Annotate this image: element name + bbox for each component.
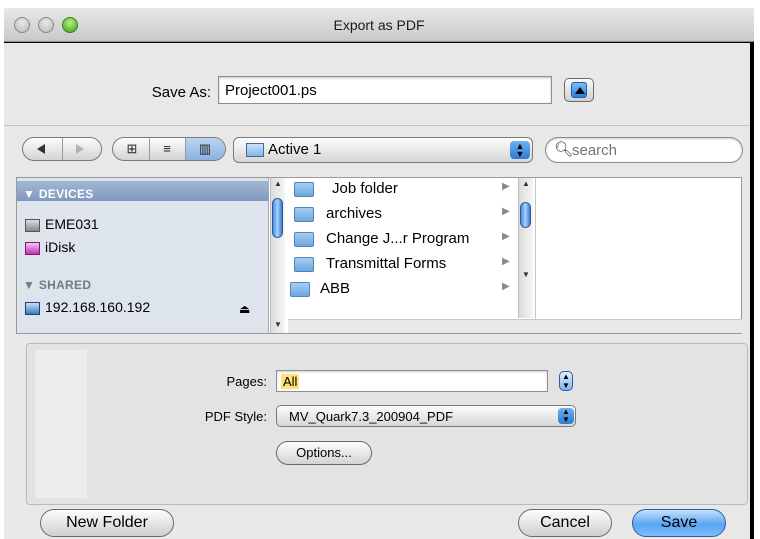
folder-icon	[294, 232, 314, 247]
search-icon: 🔍︎	[554, 141, 574, 158]
divider	[4, 125, 750, 126]
file-name: Change J...r Program	[326, 230, 470, 247]
sidebar-item-eme031[interactable]: EME031	[45, 216, 99, 232]
save-button[interactable]: Save	[632, 509, 726, 537]
chevron-right-icon: ▶	[502, 231, 510, 242]
folder-icon	[290, 282, 310, 297]
title-bar: Export as PDF	[4, 8, 754, 42]
pages-label: Pages:	[226, 374, 267, 389]
devices-header[interactable]: ▼ DEVICES	[23, 187, 94, 201]
pages-field[interactable]: All	[276, 370, 548, 392]
popup-arrows-icon: ▲ ▼	[558, 408, 574, 424]
eject-icon[interactable]: ⏏	[239, 302, 250, 316]
volume-icon	[246, 143, 264, 157]
search-input[interactable]	[572, 140, 732, 160]
scroll-down-icon[interactable]: ▼	[274, 320, 282, 329]
location-popup[interactable]: Active 1 ▲ ▼	[233, 137, 533, 163]
file-name: archives	[326, 205, 382, 222]
shared-header[interactable]: ▼ SHARED	[23, 278, 91, 292]
options-button[interactable]: Options...	[276, 441, 372, 465]
scroll-thumb[interactable]	[272, 198, 283, 238]
pages-value: All	[281, 374, 300, 389]
location-label: Active 1	[268, 141, 322, 158]
expand-dialog-button[interactable]	[564, 78, 594, 102]
scroll-thumb[interactable]	[520, 202, 531, 228]
scroll-down-icon[interactable]: ▼	[522, 270, 530, 279]
list-item[interactable]: ABB ▶	[288, 278, 520, 302]
folder-icon	[294, 182, 314, 197]
view-mode-control: ⊞ ≡ ▥	[112, 137, 226, 161]
pdf-style-value: MV_Quark7.3_200904_PDF	[289, 409, 454, 424]
window-title: Export as PDF	[333, 17, 425, 33]
sidebar-item-idisk[interactable]: iDisk	[45, 239, 75, 255]
file-name: Transmittal Forms	[326, 255, 447, 272]
folder-icon	[294, 257, 314, 272]
preview-area	[35, 350, 87, 498]
save-as-label: Save As:	[151, 84, 211, 101]
scroll-up-icon[interactable]: ▲	[274, 179, 282, 188]
hard-drive-icon	[25, 219, 40, 232]
divider	[185, 138, 186, 160]
list-item[interactable]: Transmittal Forms ▶	[288, 253, 520, 277]
save-as-field[interactable]: Project001.ps	[218, 76, 552, 104]
expand-icon	[571, 82, 587, 98]
forward-button[interactable]	[76, 144, 84, 154]
scroll-up-icon[interactable]: ▲	[522, 179, 530, 188]
list-item[interactable]: Job folder ▶	[288, 178, 520, 202]
sidebar-item-network[interactable]: 192.168.160.192	[45, 299, 150, 315]
devices-header-label: DEVICES	[38, 187, 94, 201]
sidebar-scrollbar[interactable]: ▲ ▼	[270, 178, 285, 333]
divider	[62, 138, 63, 160]
column-scrollbar[interactable]: ▲ ▼	[518, 178, 533, 318]
back-forward-control	[22, 137, 102, 161]
columns-icon[interactable]: ▥	[194, 138, 216, 160]
list-item[interactable]: Change J...r Program ▶	[288, 228, 520, 252]
triangle-up-icon	[575, 87, 585, 94]
file-column: Job folder ▶ archives ▶ Change J...r Pro…	[288, 178, 536, 333]
file-name: Job folder	[332, 180, 398, 197]
shared-header-label: SHARED	[38, 278, 92, 292]
new-folder-button[interactable]: New Folder	[40, 509, 174, 537]
file-browser: ▼ DEVICES EME031 iDisk ▼ SHARED 192.168.…	[16, 177, 742, 334]
pdf-style-popup[interactable]: MV_Quark7.3_200904_PDF ▲ ▼	[276, 405, 576, 427]
dialog-content: Save As: Project001.ps ⊞ ≡ ▥ Active 1 ▲ ▼	[4, 43, 750, 539]
list-icon[interactable]: ≡	[156, 138, 178, 160]
popup-arrows-icon: ▲ ▼	[510, 141, 530, 159]
network-computer-icon	[25, 302, 40, 315]
idisk-icon	[25, 242, 40, 255]
grid-icon[interactable]: ⊞	[121, 138, 143, 160]
horizontal-scrollbar[interactable]	[288, 319, 742, 333]
export-pdf-window: Export as PDF Save As: Project001.ps ⊞ ≡…	[4, 8, 754, 539]
folder-icon	[294, 207, 314, 222]
cancel-button[interactable]: Cancel	[518, 509, 612, 537]
chevron-right-icon: ▶	[502, 281, 510, 292]
chevron-right-icon: ▶	[502, 181, 510, 192]
file-name: ABB	[320, 280, 351, 297]
divider	[149, 138, 150, 160]
pages-stepper[interactable]: ▲ ▼	[559, 371, 573, 391]
chevron-right-icon: ▶	[502, 256, 510, 267]
pdf-options-panel: Pages: All ▲ ▼ PDF Style: MV_Quark7.3_200…	[26, 343, 748, 505]
pdf-style-label: PDF Style:	[204, 409, 267, 424]
chevron-right-icon: ▶	[502, 206, 510, 217]
search-box[interactable]: 🔍︎	[545, 137, 743, 163]
back-button[interactable]	[37, 144, 45, 154]
sidebar: ▼ DEVICES EME031 iDisk ▼ SHARED 192.168.…	[17, 178, 269, 333]
list-item[interactable]: archives ▶	[288, 203, 520, 227]
